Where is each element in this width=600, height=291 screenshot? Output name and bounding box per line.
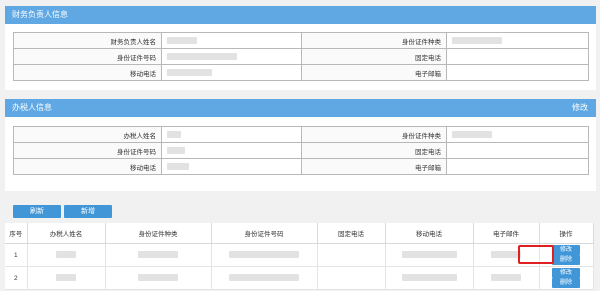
row-delete-button[interactable]: 删除 [552,278,580,288]
column-header: 办税人姓名 [27,223,106,244]
row-edit-button[interactable]: 修改 [552,268,580,278]
column-header: 操作 [539,223,594,244]
masked-cell [317,243,386,267]
masked-cell [385,266,474,290]
finance-officer-header: 财务负责人信息 [5,6,596,24]
info-label: 固定电话 [301,48,447,65]
info-label: 身份证件种类 [301,126,447,143]
column-header: 固定电话 [317,223,386,244]
column-header: 身份证件号码 [211,223,318,244]
row-delete-button[interactable]: 删除 [552,255,580,265]
tax-agent-list-table: 序号 办税人姓名 身份证件种类 身份证件号码 固定电话 移动电话 电子邮件 操作… [5,223,594,290]
info-label: 电子邮箱 [301,158,447,175]
column-header: 移动电话 [385,223,474,244]
finance-officer-table: 财务负责人姓名 身份证件种类 身份证件号码 固定电话 移动电话 电子邮箱 [13,32,589,81]
masked-cell [473,266,540,290]
info-row: 身份证件号码 固定电话 [13,142,589,159]
masked-cell [105,266,212,290]
masked-cell [211,266,318,290]
info-label: 办税人姓名 [13,126,162,143]
tax-agent-edit-link[interactable]: 修改 [572,99,588,117]
masked-value [446,64,589,81]
masked-value [161,142,302,159]
tax-agent-title: 办税人信息 [12,103,52,112]
masked-cell [385,243,474,267]
masked-value [161,126,302,143]
info-row: 移动电话 电子邮箱 [13,64,589,81]
finance-officer-title: 财务负责人信息 [12,10,68,19]
column-header: 电子邮件 [473,223,540,244]
info-label: 身份证件种类 [301,32,447,49]
masked-value [161,48,302,65]
row-index: 1 [5,243,28,267]
row-edit-button[interactable]: 修改 [552,245,580,255]
info-label: 身份证件号码 [13,48,162,65]
masked-value [446,48,589,65]
info-row: 移动电话 电子邮箱 [13,158,589,175]
info-row: 身份证件号码 固定电话 [13,48,589,65]
tax-agent-panel: 办税人信息 修改 办税人姓名 身份证件种类 身份证件号码 固定电话 移动电话 电… [5,99,596,191]
refresh-button[interactable]: 刷新 [13,205,61,218]
masked-value [446,32,589,49]
masked-cell [105,243,212,267]
add-button[interactable]: 新增 [64,205,112,218]
masked-cell [27,266,106,290]
masked-value [161,32,302,49]
info-label: 财务负责人姓名 [13,32,162,49]
info-label: 电子邮箱 [301,64,447,81]
masked-value [446,126,589,143]
tax-agent-header: 办税人信息 修改 [5,99,596,117]
info-row: 财务负责人姓名 身份证件种类 [13,32,589,49]
table-row: 1 修改删除 [5,243,594,267]
info-label: 固定电话 [301,142,447,159]
masked-value [161,64,302,81]
column-header: 身份证件种类 [105,223,212,244]
operations-cell: 修改删除 [539,266,594,290]
info-label: 移动电话 [13,64,162,81]
highlight-box [518,245,554,264]
info-label: 移动电话 [13,158,162,175]
info-label: 身份证件号码 [13,142,162,159]
finance-officer-panel: 财务负责人信息 财务负责人姓名 身份证件种类 身份证件号码 固定电话 移动电话 … [5,6,596,90]
tax-agent-table: 办税人姓名 身份证件种类 身份证件号码 固定电话 移动电话 电子邮箱 [13,126,589,175]
table-header-row: 序号 办税人姓名 身份证件种类 身份证件号码 固定电话 移动电话 电子邮件 操作 [5,223,594,244]
table-row: 2 修改删除 [5,266,594,290]
masked-value [161,158,302,175]
masked-value [446,142,589,159]
masked-value [446,158,589,175]
masked-cell [211,243,318,267]
row-index: 2 [5,266,28,290]
masked-cell [317,266,386,290]
info-row: 办税人姓名 身份证件种类 [13,126,589,143]
column-header: 序号 [5,223,28,244]
masked-cell [27,243,106,267]
